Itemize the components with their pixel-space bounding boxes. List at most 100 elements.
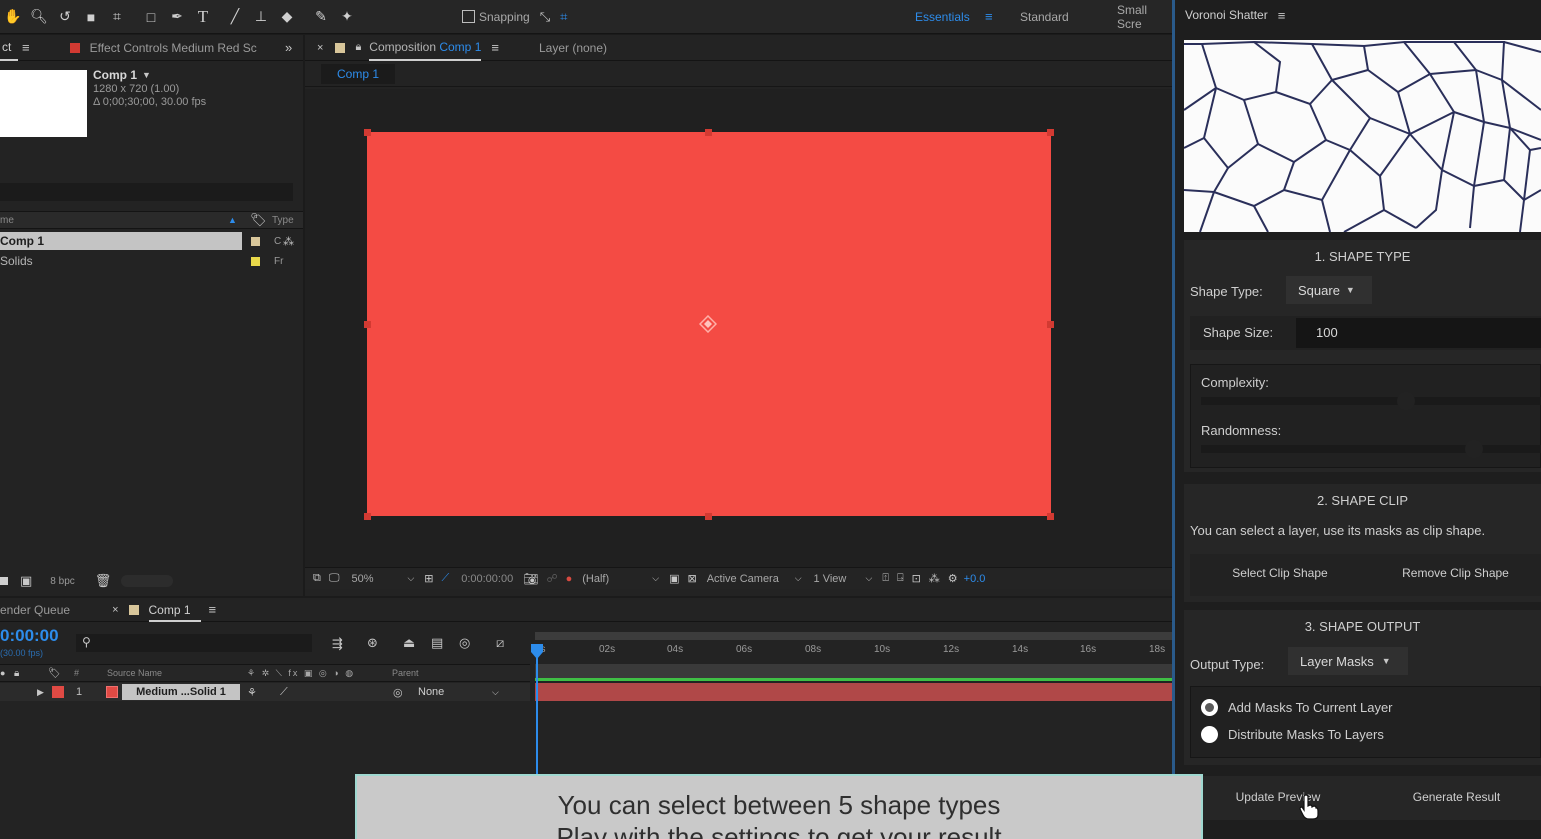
transform-handle[interactable] [364,513,371,520]
column-name[interactable]: me [0,215,14,226]
sort-up-icon[interactable]: ▲ [228,215,237,225]
transform-handle[interactable] [1047,321,1054,328]
complexity-slider[interactable] [1201,392,1541,410]
mask-visibility-icon[interactable]: ⟋ [442,572,450,585]
comp-mini-flowchart-icon[interactable]: ⇶ [332,636,343,652]
pan-behind-tool-icon[interactable]: ⌗ [106,6,128,28]
project-search-input[interactable] [0,183,293,201]
time-ruler[interactable]: 0s 02s 04s 06s 08s 10s 12s 14s 16s 18s [535,632,1172,662]
project-scrollbar[interactable] [121,575,174,587]
chevron-down-icon[interactable]: ⌵ [866,573,873,584]
project-item-comp[interactable]: Comp 1 C ⁂ [0,232,303,250]
output-type-dropdown[interactable]: Layer Masks ▼ [1288,647,1408,675]
tab-comp[interactable]: Comp 1 [148,598,201,622]
chevron-down-icon[interactable]: ▼ [142,70,151,80]
project-item-solids[interactable]: Solids Fr [0,252,303,270]
parent-pickwhip-icon[interactable]: ◎ [393,686,403,699]
tab-project[interactable]: ct [0,35,18,61]
transform-handle[interactable] [364,129,371,136]
chevron-down-icon[interactable]: ⌵ [795,573,802,584]
toggle-pixel-aspect-icon[interactable]: ⍐ [882,572,889,585]
label-tag-icon[interactable]: 🏷︎ [48,668,61,679]
label-swatch[interactable] [251,256,260,266]
transform-handle[interactable] [705,513,712,520]
panel-menu-icon[interactable]: ≡ [22,40,30,55]
breadcrumb[interactable]: Comp 1 [321,63,396,84]
select-clip-shape-button[interactable]: Select Clip Shape [1190,566,1370,580]
workspace-standard[interactable]: Standard [1020,10,1069,24]
motion-blur-icon[interactable]: ◎ [459,635,470,651]
randomness-slider[interactable] [1201,440,1541,458]
interpret-footage-icon[interactable] [0,577,8,585]
timeline-search-input[interactable]: ⚲ [76,634,312,652]
column-type[interactable]: Type [272,215,294,226]
trash-icon[interactable]: 🗑︎ [95,573,112,589]
shy-layers-icon[interactable]: ⏏ [403,635,415,651]
update-preview-button[interactable]: Update Preview [1184,790,1372,804]
chevron-down-icon[interactable]: ⌵ [492,687,499,698]
tab-layer[interactable]: Layer (none) [539,41,607,55]
workspace-small-screen[interactable]: Small Scre [1117,3,1172,31]
exposure-icon[interactable]: ⚙ [948,572,958,585]
column-parent[interactable]: Parent [392,668,419,678]
workspace-essentials[interactable]: Essentials [915,10,970,24]
lock-icon[interactable]: 🔒︎ [14,668,19,679]
radio-button-icon[interactable] [1201,726,1218,743]
type-tool-icon[interactable]: T [192,6,214,28]
expand-arrow-icon[interactable]: ▶ [37,687,44,698]
transparency-grid-icon[interactable]: ⊠ [687,572,696,585]
pen-tool-icon[interactable]: ✒ [166,6,188,28]
transform-handle[interactable] [1047,513,1054,520]
show-snapshot-icon[interactable]: ☍ [546,572,557,585]
channel-icon[interactable]: ● [566,573,573,585]
column-source-name[interactable]: Source Name [107,668,162,678]
timeline-icon[interactable]: ⊡ [912,572,921,585]
clone-stamp-tool-icon[interactable]: ⊥ [250,6,272,28]
current-time[interactable]: 0:00:00:00 [461,573,513,585]
current-time-display[interactable]: 0:00:00 [0,626,59,646]
flowchart-icon[interactable]: ⁂ [929,572,940,585]
radio-button-icon[interactable] [1201,699,1218,716]
views-dropdown[interactable]: 1 View [814,573,866,585]
anchor-point-icon[interactable] [699,315,717,333]
lock-icon[interactable]: 🔒︎ [355,41,361,54]
work-area-bar[interactable] [535,632,1172,640]
workspace-menu-icon[interactable]: ≡ [985,9,993,24]
draft-3d-icon[interactable]: ⊛ [367,635,378,651]
close-icon[interactable]: × [112,604,118,616]
transform-handle[interactable] [1047,129,1054,136]
snapping-toggle[interactable]: Snapping [462,10,530,24]
brush-tool-icon[interactable]: ╱ [224,6,246,28]
panel-menu-icon[interactable]: ≡ [1278,8,1286,23]
radio-distribute-masks[interactable]: Distribute Masks To Layers [1201,726,1384,743]
transform-handle[interactable] [364,321,371,328]
remove-clip-shape-button[interactable]: Remove Clip Shape [1370,566,1541,580]
zoom-dropdown[interactable]: 50% [351,573,407,585]
eye-icon[interactable]: ● [0,668,5,678]
roto-brush-tool-icon[interactable]: ✎ [310,6,332,28]
label-tag-icon[interactable]: 🏷︎ [250,212,267,228]
tab-composition[interactable]: Composition Comp 1 [369,35,482,61]
snapshot-icon[interactable]: 📷︎ [523,572,538,586]
transform-handle[interactable] [705,129,712,136]
column-number[interactable]: # [74,668,79,678]
tab-render-queue[interactable]: ender Queue [0,603,70,617]
camera-tool-icon[interactable]: ■ [80,6,102,28]
always-preview-icon[interactable]: ⧉ [313,572,321,585]
snap-options-icon[interactable]: ⤡ [540,9,550,25]
new-folder-icon[interactable]: ▣ [20,573,32,589]
rectangle-tool-icon[interactable]: □ [140,6,162,28]
eraser-tool-icon[interactable]: ◆ [276,6,298,28]
parent-dropdown[interactable]: None [418,686,444,698]
puppet-pin-tool-icon[interactable]: ✦ [336,6,358,28]
panel-menu-icon[interactable]: ≡ [209,602,217,617]
graph-editor-icon[interactable]: ⧄ [496,635,504,651]
snap-grid-icon[interactable]: ⌗ [560,9,567,25]
shape-size-input[interactable]: 100 [1296,318,1541,348]
zoom-tool-icon[interactable]: 🔍︎ [28,6,50,28]
panel-overflow-icon[interactable]: » [285,40,292,55]
close-icon[interactable]: × [317,42,323,54]
playhead-handle-icon[interactable] [530,644,544,660]
radio-add-masks[interactable]: Add Masks To Current Layer [1201,699,1393,716]
rotate-tool-icon[interactable]: ↺ [54,6,76,28]
